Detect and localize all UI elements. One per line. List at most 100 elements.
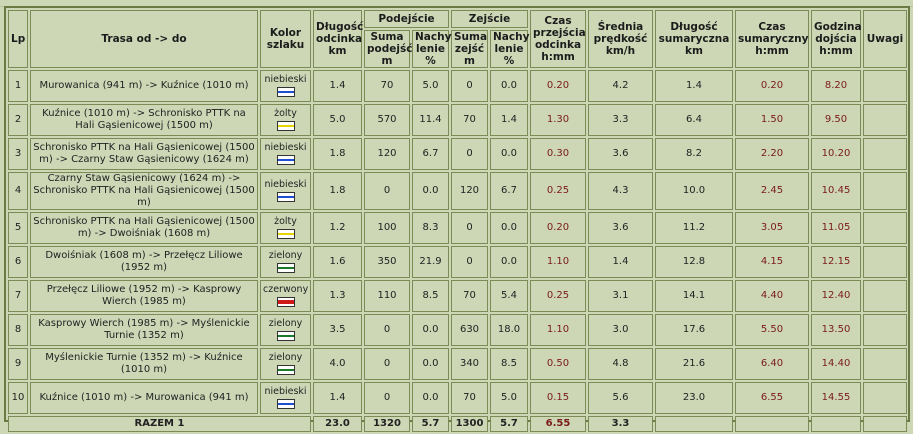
cell-trail-color: zielony <box>260 314 311 346</box>
cell-ascent-slope: 21.9 <box>412 246 449 278</box>
cell-total-time: 4.15 <box>735 246 809 278</box>
header-lp: Lp <box>8 10 28 68</box>
cell-ascent-slope: 0.0 <box>412 382 449 414</box>
cell-trail-color: żolty <box>260 104 311 136</box>
cell-arrival-time: 10.45 <box>811 172 861 210</box>
cell-avg-speed: 4.8 <box>588 348 653 380</box>
trail-marker-icon <box>276 331 295 341</box>
cell-avg-speed: 5.6 <box>588 382 653 414</box>
cell-descent-sum: 120 <box>451 172 488 210</box>
trail-color-label: żolty <box>274 108 297 119</box>
cell-notes <box>863 172 907 210</box>
cell-route: Kasprowy Wierch (1985 m) -> Myślenickie … <box>30 314 258 346</box>
cell-trail-color: zielony <box>260 348 311 380</box>
cell-route: Przełęcz Liliowe (1952 m) -> Kasprowy Wi… <box>30 280 258 312</box>
cell-descent-slope: 5.4 <box>490 280 528 312</box>
cell-segment-time: 0.25 <box>530 280 586 312</box>
cell-descent-sum: 340 <box>451 348 488 380</box>
header-ascent-slope: Nachy lenie % <box>412 30 451 68</box>
cell-total-length: 1.4 <box>655 70 733 102</box>
cell-lp: 1 <box>8 70 28 102</box>
cell-ascent-slope: 0.0 <box>412 172 449 210</box>
cell-total-length: 12.8 <box>655 246 733 278</box>
trail-marker-icon <box>276 399 295 409</box>
cell-avg-speed: 1.4 <box>588 246 653 278</box>
cell-total-time: 6.55 <box>735 382 809 414</box>
trail-color-label: niebieski <box>264 386 307 397</box>
cell-lp: 5 <box>8 212 28 244</box>
cell-segment-time: 0.50 <box>530 348 586 380</box>
header-ascent-group: Podejście <box>364 10 449 28</box>
trail-color-label: zielony <box>268 352 303 363</box>
cell-notes <box>863 314 907 346</box>
cell-lp: 2 <box>8 104 28 136</box>
cell-route: Murowanica (941 m) -> Kuźnice (1010 m) <box>30 70 258 102</box>
table-row: 10 Kuźnice (1010 m) -> Murowanica (941 m)… <box>8 382 907 414</box>
cell-trail-color: niebieski <box>260 172 311 210</box>
cell-notes <box>863 70 907 102</box>
total-label: RAZEM 1 <box>8 416 311 432</box>
cell-segment-length: 5.0 <box>313 104 362 136</box>
trail-color-label: czerwony <box>263 284 309 295</box>
trail-marker-icon <box>276 229 295 239</box>
cell-route: Schronisko PTTK na Hali Gąsienicowej (15… <box>30 138 258 170</box>
cell-segment-length: 1.3 <box>313 280 362 312</box>
cell-descent-slope: 1.4 <box>490 104 528 136</box>
cell-route: Czarny Staw Gąsienicowy (1624 m) -> Schr… <box>30 172 258 210</box>
cell-notes <box>863 246 907 278</box>
cell-trail-color: zielony <box>260 246 311 278</box>
table-body: 1 Murowanica (941 m) -> Kuźnice (1010 m) n… <box>8 70 907 414</box>
trail-marker-icon <box>276 155 295 165</box>
cell-notes <box>863 104 907 136</box>
total-empty-4 <box>863 416 907 432</box>
total-empty-1 <box>655 416 733 432</box>
cell-descent-sum: 70 <box>451 280 488 312</box>
cell-total-time: 4.40 <box>735 280 809 312</box>
cell-descent-slope: 8.5 <box>490 348 528 380</box>
table-row: 7 Przełęcz Liliowe (1952 m) -> Kasprowy W… <box>8 280 907 312</box>
cell-descent-sum: 0 <box>451 70 488 102</box>
header-descent-group: Zejście <box>451 10 528 28</box>
cell-ascent-sum: 570 <box>364 104 410 136</box>
header-segment-time: Czas przejścia odcinka h:mm <box>530 10 586 68</box>
cell-segment-length: 1.2 <box>313 212 362 244</box>
cell-avg-speed: 3.0 <box>588 314 653 346</box>
header-avg-speed: Średnia prędkość km/h <box>588 10 653 68</box>
cell-arrival-time: 9.50 <box>811 104 861 136</box>
total-time: 6.55 <box>530 416 586 432</box>
trail-marker-icon <box>276 263 295 273</box>
trail-marker-icon <box>276 365 295 375</box>
cell-total-time: 6.40 <box>735 348 809 380</box>
trail-color-label: niebieski <box>264 179 307 190</box>
cell-total-time: 1.50 <box>735 104 809 136</box>
cell-total-time: 3.05 <box>735 212 809 244</box>
total-descent-slope: 5.7 <box>490 416 528 432</box>
total-empty-3 <box>811 416 861 432</box>
cell-lp: 4 <box>8 172 28 210</box>
cell-segment-time: 0.25 <box>530 172 586 210</box>
header-segment-length: Długość odcinka km <box>313 10 363 68</box>
cell-total-length: 10.0 <box>655 172 733 210</box>
cell-route: Kuźnice (1010 m) -> Schronisko PTTK na H… <box>30 104 258 136</box>
cell-total-time: 2.20 <box>735 138 809 170</box>
cell-segment-time: 0.20 <box>530 70 586 102</box>
cell-descent-slope: 0.0 <box>490 212 528 244</box>
cell-arrival-time: 12.40 <box>811 280 861 312</box>
cell-descent-slope: 18.0 <box>490 314 528 346</box>
cell-notes <box>863 138 907 170</box>
route-table: Lp Trasa od -> do Kolor szlaku Długość o… <box>6 8 909 434</box>
cell-total-time: 5.50 <box>735 314 809 346</box>
header-notes: Uwagi <box>863 10 907 68</box>
cell-lp: 9 <box>8 348 28 380</box>
cell-ascent-slope: 0.0 <box>412 314 449 346</box>
header-route: Trasa od -> do <box>30 10 258 68</box>
cell-avg-speed: 3.1 <box>588 280 653 312</box>
cell-ascent-sum: 350 <box>364 246 410 278</box>
table-row: 6 Dwoiśniak (1608 m) -> Przełęcz Liliowe … <box>8 246 907 278</box>
cell-arrival-time: 11.05 <box>811 212 861 244</box>
trail-color-label: zielony <box>268 318 303 329</box>
cell-total-time: 2.45 <box>735 172 809 210</box>
cell-descent-sum: 0 <box>451 212 488 244</box>
cell-trail-color: czerwony <box>260 280 311 312</box>
cell-trail-color: niebieski <box>260 138 311 170</box>
